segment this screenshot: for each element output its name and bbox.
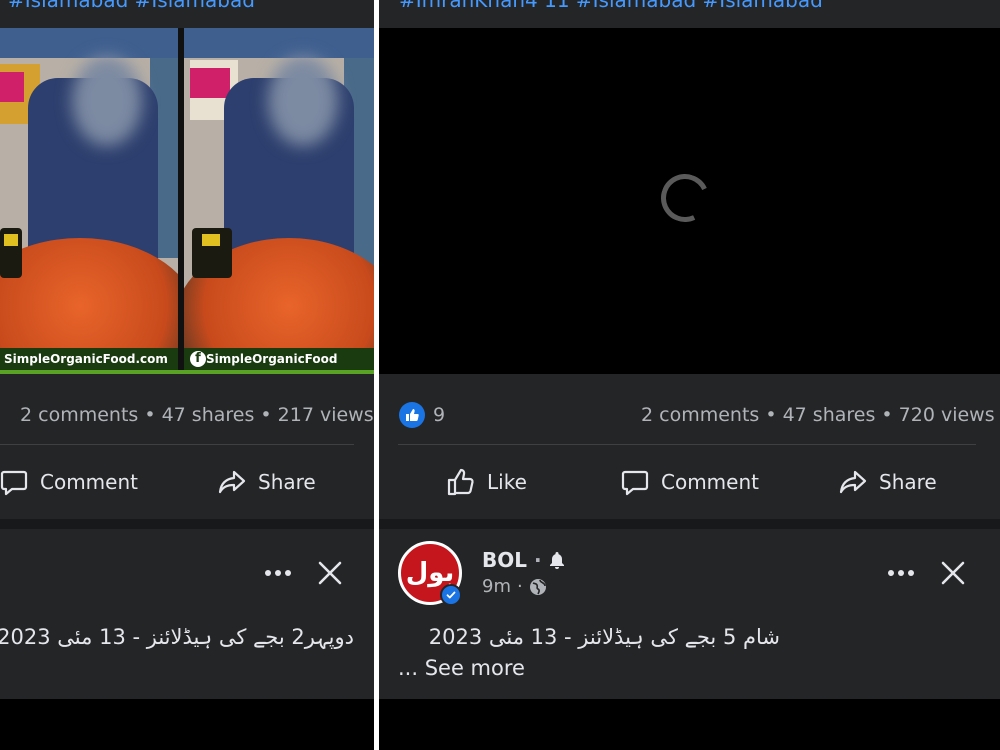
watermark-website: SimpleOrganicFood.com [0,348,178,370]
comment-button[interactable]: Comment [619,464,759,500]
meta-separator-dot: · [517,576,523,597]
comment-button[interactable]: Comment [0,464,138,500]
next-post-card: بول BOL · 9m · شام 5 بجے کی ہیڈلائنز - 1… [379,529,1000,699]
post-action-bar: Comment Share [0,446,374,519]
engagement-stats[interactable]: 2 comments • 47 shares • 217 views [20,404,374,426]
bell-icon[interactable] [549,551,565,569]
post-action-bar: Like Comment Share [379,446,1000,519]
like-reaction-icon [399,402,425,428]
comment-label: Comment [40,470,138,494]
post-text: شام 5 بجے کی ہیڈلائنز - 13 مئی 2023 [428,625,780,649]
speech-bubble-icon [0,470,28,496]
left-screenshot-panel: #Islamabad #Islamabad SimpleOrganicFood.… [0,0,374,750]
post-text: دوپہر2 بجے کی ہیڈلائنز - 13 مئی 2023 [0,625,354,649]
hashtag-link[interactable]: #Islamabad #Islamabad [8,0,255,12]
post-stats-bar: 2 comments • 47 shares • 217 views [0,374,374,446]
speech-bubble-icon [621,470,649,496]
hide-post-button[interactable] [316,559,344,591]
next-post-card: دوپہر2 بجے کی ہیڈلائنز - 13 مئی 2023 [0,529,374,699]
more-options-button[interactable] [262,565,294,585]
like-count: 9 [433,404,446,426]
more-options-button[interactable] [885,565,917,585]
comment-label: Comment [661,470,759,494]
video-frame-left [0,28,178,374]
engagement-stats[interactable]: 2 comments • 47 shares • 720 views [641,404,995,426]
facebook-icon: f [190,351,206,367]
share-label: Share [258,470,316,494]
share-label: Share [879,470,937,494]
loading-spinner-icon [654,167,716,229]
share-arrow-icon [218,470,246,494]
like-label: Like [487,470,527,494]
right-screenshot-panel: #ImranKhan4 11 #Islamabad #Islamabad 9 2… [379,0,1000,750]
name-separator-dot: · [533,548,549,572]
post-hashtags: #ImranKhan4 11 #Islamabad #Islamabad [379,0,1000,28]
more-dots-icon [265,570,291,576]
feed-separator [0,519,374,529]
share-button[interactable]: Share [837,464,937,500]
post-stats-bar: 9 2 comments • 47 shares • 720 views [379,374,1000,446]
see-more-link[interactable]: ... See more [398,656,525,680]
reactions-summary[interactable]: 9 [399,402,445,428]
close-icon [318,561,342,585]
post-hashtags: #Islamabad #Islamabad [0,0,374,28]
like-button[interactable]: Like [445,464,527,500]
verified-badge-icon [440,584,462,606]
page-name[interactable]: BOL [482,548,527,572]
hashtag-link[interactable]: #ImranKhan4 11 #Islamabad #Islamabad [399,0,823,12]
page-name-row: BOL · [482,548,565,572]
video-thumbnail[interactable]: SimpleOrganicFood.com f SimpleOrganicFoo… [0,28,374,374]
video-player[interactable] [379,28,1000,374]
more-dots-icon [888,570,914,576]
watermark-facebook-text: SimpleOrganicFood [206,352,338,366]
globe-icon [529,578,546,595]
post-meta: 9m · [482,576,547,597]
post-time[interactable]: 9m [482,576,511,597]
feed-separator [379,519,1000,529]
close-icon [941,561,965,585]
share-button[interactable]: Share [216,464,316,500]
watermark-facebook-page: f SimpleOrganicFood [184,348,374,370]
thumbs-up-icon [447,468,474,496]
hide-post-button[interactable] [939,559,967,591]
share-arrow-icon [839,470,867,494]
video-frame-right [184,28,374,374]
